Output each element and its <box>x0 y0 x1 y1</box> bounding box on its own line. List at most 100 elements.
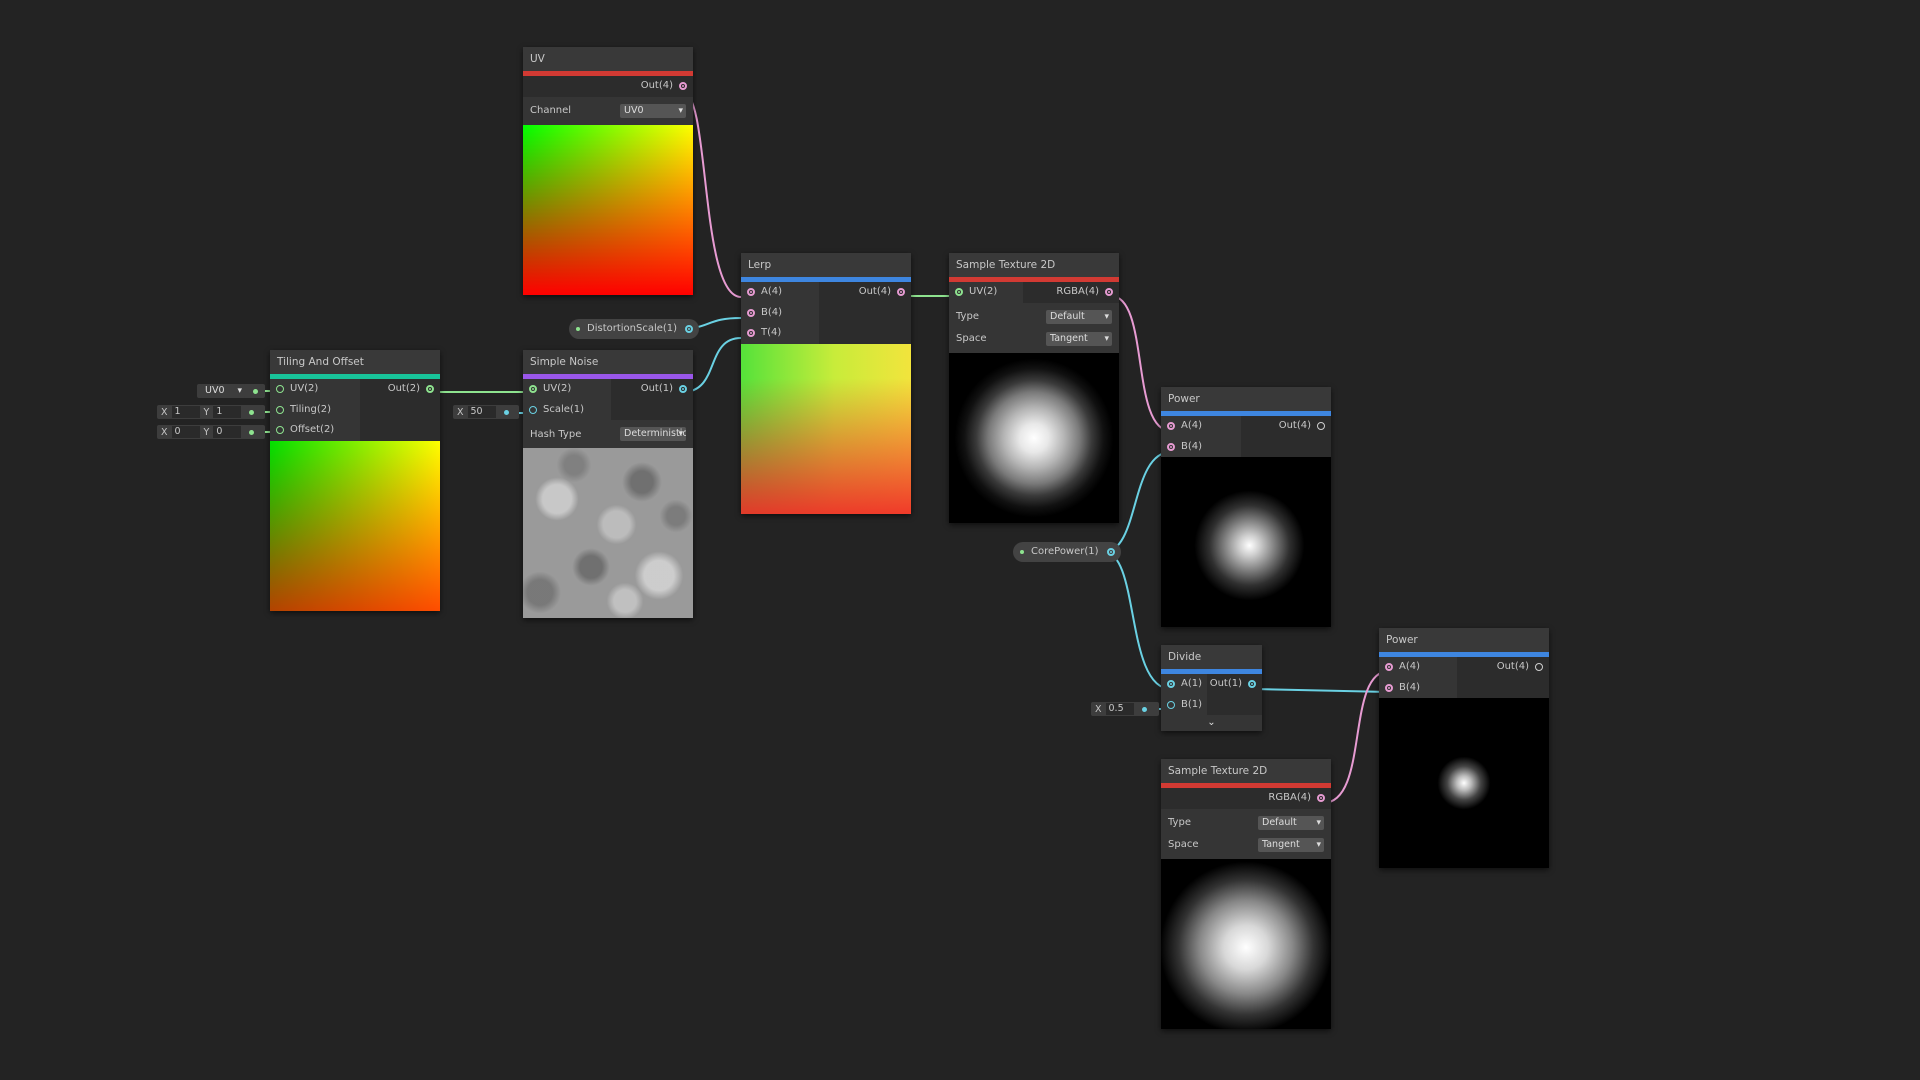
hash-type-dropdown[interactable]: Deterministic <box>620 427 686 441</box>
offset-value-field[interactable]: X0 Y0 <box>157 425 265 439</box>
simple-noise-node[interactable]: Simple Noise UV(2) Scale(1) Out(1) Hash … <box>523 350 693 618</box>
input-port-uv[interactable]: UV(2) <box>949 282 1023 303</box>
divide-b-value-field[interactable]: X 0.5 <box>1091 702 1159 716</box>
scale-value-field[interactable]: X 50 <box>453 405 519 419</box>
port-connector[interactable] <box>897 288 905 296</box>
port-connector[interactable] <box>1167 442 1175 451</box>
port-connector[interactable] <box>529 405 537 414</box>
tiling-x-input[interactable]: 1 <box>171 406 200 418</box>
output-port[interactable]: Out(4) <box>523 76 693 97</box>
sample-texture-2d-node[interactable]: Sample Texture 2D UV(2) RGBA(4) Type Defa… <box>949 253 1119 523</box>
port-connector[interactable] <box>1105 288 1113 296</box>
lerp-node[interactable]: Lerp A(4) B(4) T(4) Out(4) <box>741 253 911 514</box>
output-port[interactable]: Out(4) <box>819 282 911 303</box>
uv-channel-dropdown[interactable]: UV0 <box>201 384 245 398</box>
tiling-and-offset-node[interactable]: Tiling And Offset UV(2) Tiling(2) Offset… <box>270 350 440 611</box>
input-port-a[interactable]: A(1) <box>1161 674 1207 695</box>
port-connector[interactable] <box>1167 422 1175 430</box>
wire-divide-to-power2-b[interactable] <box>1252 688 1390 693</box>
channel-dropdown[interactable]: UV0 <box>620 103 686 118</box>
offset-x-input[interactable]: 0 <box>171 426 200 438</box>
port-connector[interactable] <box>747 308 755 317</box>
port-connector[interactable] <box>276 426 284 434</box>
field-connector <box>249 429 255 435</box>
port-connector[interactable] <box>1317 422 1325 430</box>
port-label: RGBA(4) <box>1056 286 1099 297</box>
power-node-right[interactable]: Power A(4) B(4) Out(4) <box>1379 628 1549 868</box>
output-port[interactable]: RGBA(4) <box>1161 788 1331 809</box>
shader-graph-canvas[interactable]: UV Out(4) Channel UV0 Tiling And Offset U… <box>0 0 1920 1080</box>
output-port[interactable]: Out(4) <box>1457 657 1549 678</box>
node-title[interactable]: Power <box>1161 387 1331 411</box>
core-power-property[interactable]: CorePower(1) <box>1013 542 1121 562</box>
port-label: Out(4) <box>858 286 891 297</box>
x-label: X <box>161 406 168 418</box>
port-connector[interactable] <box>1167 680 1175 688</box>
port-connector[interactable] <box>529 385 537 393</box>
input-port-uv[interactable]: UV(2) <box>270 379 360 400</box>
scale-input[interactable]: 50 <box>467 406 496 418</box>
port-connector[interactable] <box>426 385 434 393</box>
node-title[interactable]: Sample Texture 2D <box>949 253 1119 277</box>
port-label: A(4) <box>1181 420 1203 431</box>
output-port[interactable]: Out(1) <box>1207 674 1262 695</box>
power-node[interactable]: Power A(4) B(4) Out(4) <box>1161 387 1331 627</box>
input-port-b[interactable]: B(1) <box>1161 695 1207 716</box>
space-dropdown[interactable]: Tangent <box>1258 837 1324 852</box>
divide-b-input[interactable]: 0.5 <box>1105 703 1134 715</box>
space-dropdown[interactable]: Tangent <box>1046 331 1112 346</box>
port-connector[interactable] <box>1317 794 1325 802</box>
output-port[interactable]: Out(1) <box>611 379 693 400</box>
input-port-a[interactable]: A(4) <box>1161 416 1241 437</box>
distortion-scale-property[interactable]: DistortionScale(1) <box>569 319 700 339</box>
input-port-uv[interactable]: UV(2) <box>523 379 611 400</box>
input-port-scale[interactable]: Scale(1) <box>523 400 611 421</box>
port-connector[interactable] <box>276 405 284 414</box>
port-connector[interactable] <box>747 288 755 296</box>
port-connector[interactable] <box>1248 680 1256 688</box>
input-port-tiling[interactable]: Tiling(2) <box>270 400 360 421</box>
port-connector[interactable] <box>747 329 755 337</box>
property-connector[interactable] <box>1106 548 1115 556</box>
port-connector[interactable] <box>1167 700 1175 709</box>
sample-texture-2d-node-bottom[interactable]: Sample Texture 2D RGBA(4) Type Default Sp… <box>1161 759 1331 1029</box>
port-connector[interactable] <box>679 385 687 393</box>
input-port-b[interactable]: B(4) <box>1161 437 1241 458</box>
port-connector[interactable] <box>1385 663 1393 671</box>
port-label: Out(1) <box>1209 678 1242 689</box>
tiling-y-input[interactable]: 1 <box>213 406 242 418</box>
chevron-down-icon[interactable]: ⌄ <box>1161 715 1262 731</box>
node-title[interactable]: Power <box>1379 628 1549 652</box>
output-port[interactable]: Out(4) <box>1241 416 1331 437</box>
type-dropdown[interactable]: Default <box>1046 309 1112 324</box>
node-title[interactable]: Simple Noise <box>523 350 693 374</box>
node-title[interactable]: Divide <box>1161 645 1262 669</box>
input-port-b[interactable]: B(4) <box>741 303 819 324</box>
port-connector[interactable] <box>679 82 687 90</box>
input-port-t[interactable]: T(4) <box>741 323 819 344</box>
type-dropdown[interactable]: Default <box>1258 815 1324 830</box>
input-port-b[interactable]: B(4) <box>1379 678 1457 699</box>
node-title[interactable]: UV <box>523 47 693 71</box>
uv-node[interactable]: UV Out(4) Channel UV0 <box>523 47 693 295</box>
output-port[interactable]: RGBA(4) <box>1023 282 1119 303</box>
output-port[interactable]: Out(2) <box>360 379 440 400</box>
property-indicator <box>576 327 580 331</box>
offset-y-input[interactable]: 0 <box>213 426 242 438</box>
input-port-a[interactable]: A(4) <box>741 282 819 303</box>
uv-default-field[interactable]: UV0 <box>197 384 265 398</box>
property-connector[interactable] <box>685 325 694 333</box>
node-title[interactable]: Sample Texture 2D <box>1161 759 1331 783</box>
node-title[interactable]: Lerp <box>741 253 911 277</box>
channel-label: Channel <box>530 105 572 116</box>
type-label: Type <box>956 311 979 322</box>
port-connector[interactable] <box>955 288 963 296</box>
port-connector[interactable] <box>276 385 284 393</box>
port-connector[interactable] <box>1535 663 1543 671</box>
port-connector[interactable] <box>1385 683 1393 692</box>
input-port-a[interactable]: A(4) <box>1379 657 1457 678</box>
tiling-value-field[interactable]: X1 Y1 <box>157 405 265 419</box>
node-title[interactable]: Tiling And Offset <box>270 350 440 374</box>
divide-node[interactable]: Divide A(1) B(1) Out(1) ⌄ <box>1161 645 1262 731</box>
input-port-offset[interactable]: Offset(2) <box>270 420 360 441</box>
